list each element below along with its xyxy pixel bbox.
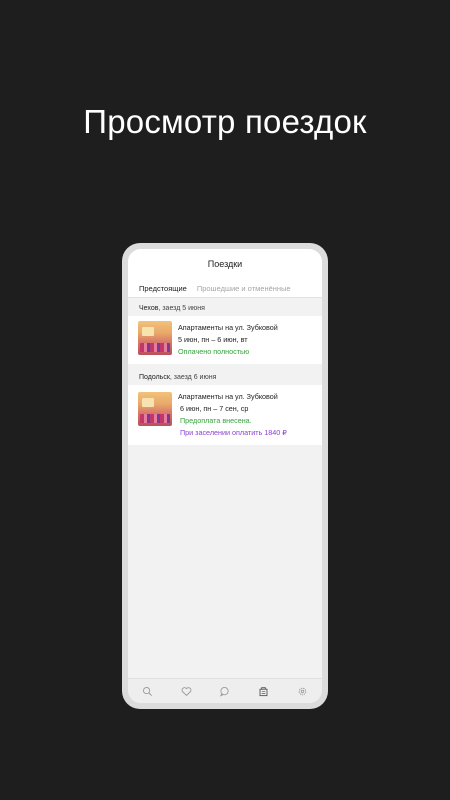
tab-upcoming[interactable]: Предстоящие — [139, 284, 187, 293]
apartment-photo — [138, 392, 172, 426]
trip-section-header: Подольск, заезд 6 июня — [128, 364, 322, 385]
trip-card[interactable]: Апартаменты на ул. Зубковой 5 июн, пн – … — [128, 316, 322, 364]
trip-card[interactable]: Апартаменты на ул. Зубковой 6 июн, пн – … — [128, 385, 322, 445]
trip-dates: 5 июн, пн – 6 июн, вт — [178, 335, 248, 344]
trip-status: Предоплата внесена. — [180, 416, 252, 425]
section-city: Подольск — [139, 374, 170, 381]
app-screen: Поездки Предстоящие Прошедшие и отменённ… — [128, 249, 322, 703]
trip-dates: 6 июн, пн – 7 сен, ср — [180, 404, 249, 413]
search-icon[interactable] — [141, 685, 153, 697]
tab-past-cancelled[interactable]: Прошедшие и отменённые — [197, 284, 291, 293]
trip-title: Апартаменты на ул. Зубковой — [178, 392, 278, 401]
trip-status: Оплачено полностью — [178, 347, 250, 356]
heart-icon[interactable] — [180, 685, 192, 697]
phone-frame: Поездки Предстоящие Прошедшие и отменённ… — [122, 243, 328, 709]
bottom-nav — [128, 678, 322, 703]
app-header: Поездки — [128, 249, 322, 279]
promo-title: Просмотр поездок — [83, 103, 367, 140]
trip-payment-note: При заселении оплатить 1840 ₽ — [180, 428, 287, 437]
chat-icon[interactable] — [219, 685, 231, 697]
trip-card-body: Апартаменты на ул. Зубковой 5 июн, пн – … — [178, 321, 278, 358]
trip-tabs: Предстоящие Прошедшие и отменённые — [128, 279, 322, 298]
section-checkin: , заезд 5 июня — [158, 305, 205, 312]
apartment-photo — [138, 321, 172, 355]
trip-title: Апартаменты на ул. Зубковой — [178, 323, 278, 332]
trips-icon[interactable] — [258, 685, 270, 697]
trip-section-header: Чехов, заезд 5 июня — [128, 298, 322, 316]
trip-card-body: Апартаменты на ул. Зубковой 6 июн, пн – … — [178, 390, 287, 439]
gear-icon[interactable] — [297, 685, 309, 697]
page-title: Поездки — [207, 259, 243, 269]
section-city: Чехов — [139, 305, 159, 312]
section-checkin: , заезд 6 июня — [169, 374, 217, 381]
